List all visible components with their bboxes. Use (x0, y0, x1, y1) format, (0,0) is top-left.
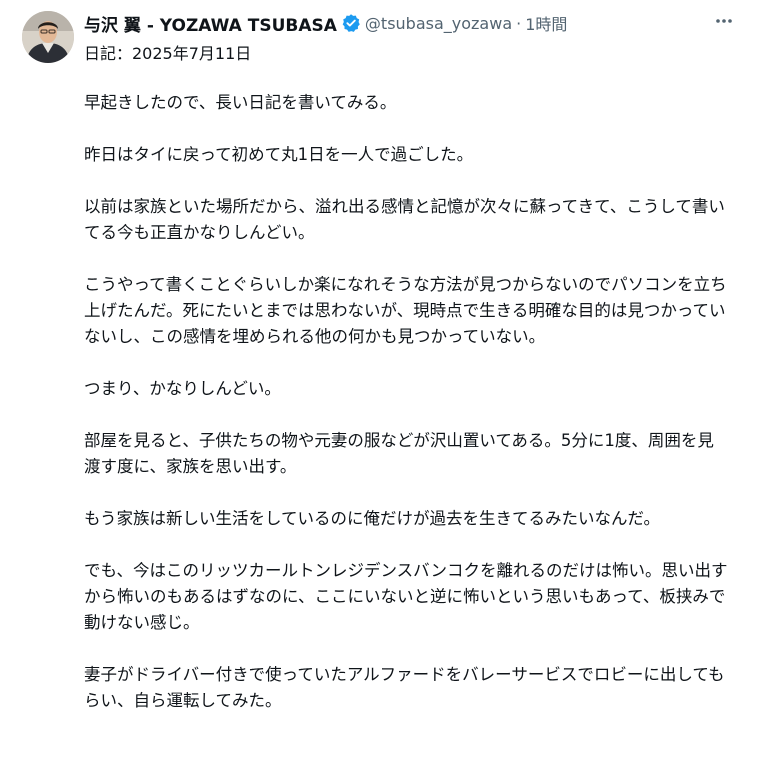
separator-dot: · (516, 13, 522, 33)
avatar[interactable] (22, 11, 74, 63)
post-paragraph: 部屋を見ると、子供たちの物や元妻の服などが沢山置いてある。5分に1度、周囲を見渡… (84, 431, 714, 476)
post-paragraph: 妻子がドライバー付きで使っていたアルファードをバレーサービスでロビーに出してもら… (84, 665, 725, 710)
post-paragraph: 以前は家族といた場所だから、溢れ出る感情と記憶が次々に蘇ってきて、こうして書いて… (84, 197, 725, 242)
user-handle[interactable]: @tsubasa_yozawa (365, 14, 512, 33)
more-horizontal-icon (714, 11, 734, 35)
post-body: 早起きしたので、長い日記を書いてみる。 昨日はタイに戻って初めて丸1日を一人で過… (84, 90, 729, 740)
timestamp-link[interactable]: 1時間 (525, 11, 567, 35)
post-paragraph: つまり、かなりしんどい。 (84, 379, 281, 398)
tweet: 与沢 翼 - YOZAWA TSUBASA @tsubasa_yozawa · … (0, 0, 761, 776)
post-paragraph: もう家族は新しい生活をしているのに俺だけが過去を生きてるみたいなんだ。 (84, 509, 661, 528)
post-paragraph: 昨日はタイに戻って初めて丸1日を一人で過ごした。 (84, 145, 474, 164)
post-paragraph: でも、今はこのリッツカールトンレジデンスバンコクを離れるのだけは怖い。思い出すか… (84, 561, 728, 632)
more-options-button[interactable] (707, 11, 741, 35)
verified-icon (341, 13, 361, 33)
display-name[interactable]: 与沢 翼 - YOZAWA TSUBASA (84, 11, 337, 36)
post-paragraph: こうやって書くことぐらいしか楽になれそうな方法が見つからないのでパソコンを立ち上… (84, 275, 727, 346)
post-paragraph: 早起きしたので、長い日記を書いてみる。 (84, 93, 397, 112)
avatar-image (22, 11, 74, 63)
tweet-header: 与沢 翼 - YOZAWA TSUBASA @tsubasa_yozawa · … (84, 11, 741, 36)
post-title-line: 日記：2025年7月11日 (84, 44, 252, 63)
